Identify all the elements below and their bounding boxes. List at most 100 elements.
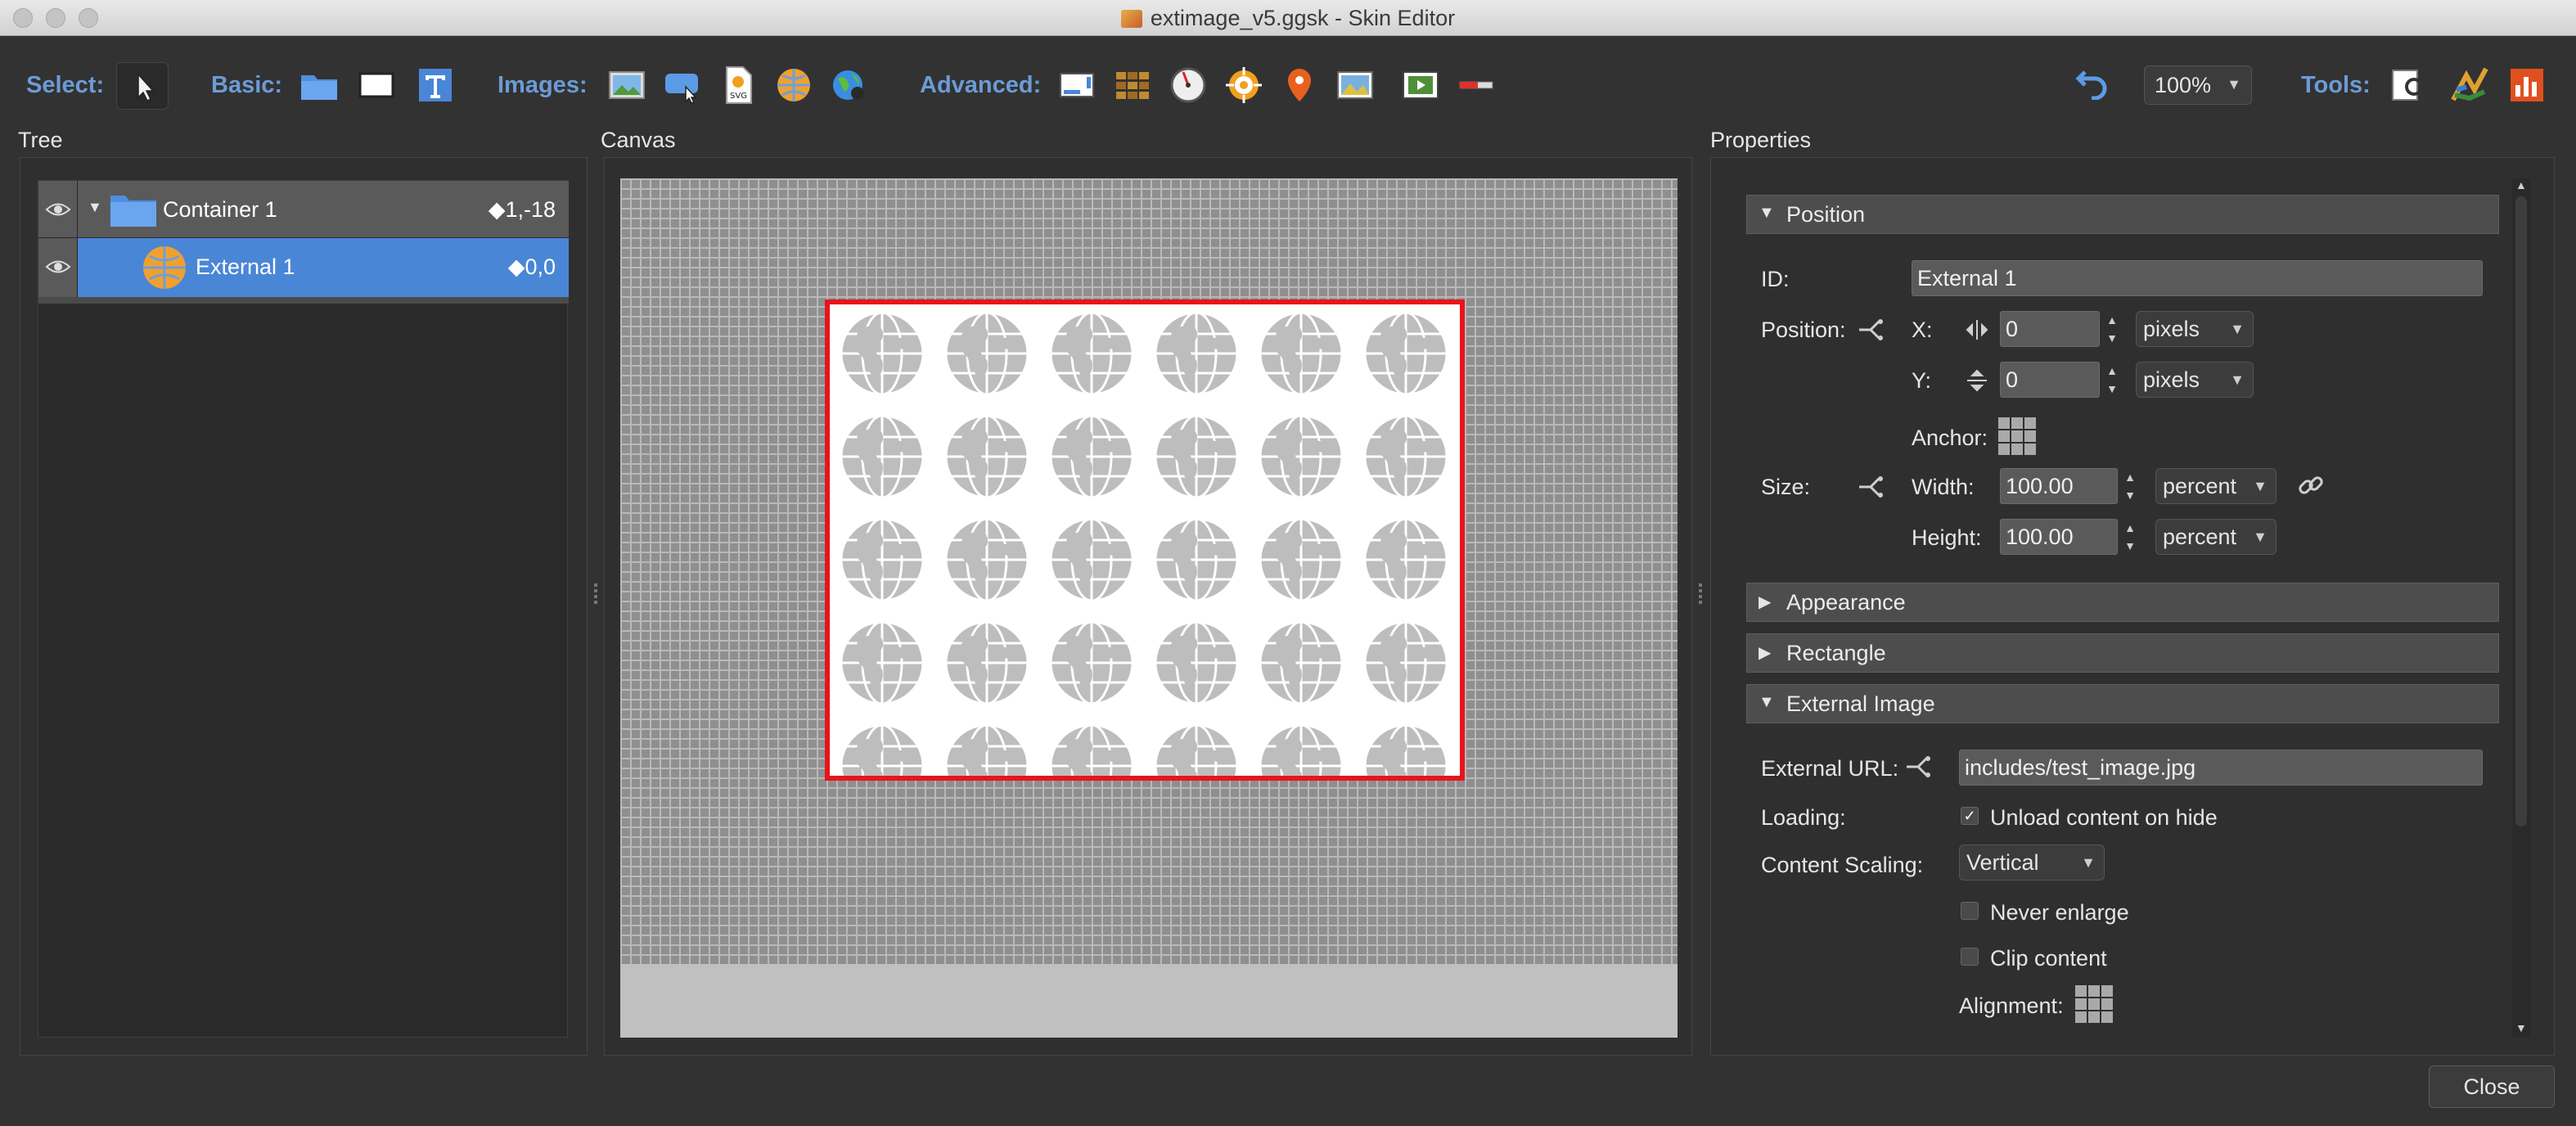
splitter-handle[interactable] [1699, 581, 1704, 610]
unload-checkbox[interactable]: ✓ [1961, 807, 1979, 825]
properties-panel-title: Properties [1710, 128, 1812, 152]
map-image-tool-button[interactable] [1335, 65, 1375, 105]
tree-row-external-1[interactable]: External 1 ◆0,0 [38, 238, 569, 304]
anchor-grid-icon[interactable] [1998, 417, 2036, 455]
external-url-field[interactable]: includes/test_image.jpg [1959, 750, 2483, 786]
svg-tool-button[interactable]: SVG [718, 65, 758, 105]
chain-link-icon[interactable] [2296, 471, 2326, 501]
button-tool-button[interactable] [663, 65, 702, 105]
text-tool-button[interactable] [416, 65, 455, 105]
cloner-tool-button[interactable] [830, 65, 869, 105]
height-field[interactable]: 100.00 [2000, 519, 2118, 555]
hotspot-tool-button[interactable] [1224, 65, 1263, 105]
globe-tile [1049, 723, 1134, 776]
height-unit-value: percent [2163, 525, 2237, 549]
globe-tile [1363, 620, 1448, 705]
progress-tool-button[interactable] [1457, 65, 1496, 105]
advanced-label: Advanced: [920, 72, 1042, 98]
section-title: Position [1786, 202, 1866, 227]
tree-row-container-1[interactable]: ▼ Container 1 ◆1,-18 [38, 181, 569, 238]
section-position[interactable]: ▼ Position [1746, 195, 2499, 234]
svg-icon: SVG [726, 66, 752, 104]
chevron-down-icon: ▼ [2081, 854, 2096, 871]
section-rectangle[interactable]: ▶ Rectangle [1746, 633, 2499, 673]
splitter-handle[interactable] [594, 581, 599, 610]
tree-item-label: External 1 [196, 254, 295, 279]
globe-tile [944, 723, 1029, 776]
scroll-up-icon[interactable]: ▲ [2515, 178, 2527, 191]
x-stepper[interactable]: ▲ ▼ [2103, 311, 2121, 347]
map-grid-tool-button[interactable] [1113, 65, 1152, 105]
map-pin-icon [1288, 69, 1311, 101]
tree-item-label: Container 1 [163, 197, 277, 222]
close-button[interactable]: Close [2429, 1065, 2555, 1108]
section-title: Appearance [1786, 590, 1906, 615]
dial-tool-button[interactable] [1169, 65, 1208, 105]
hotspot-icon [1226, 67, 1262, 103]
skin-tool-icon [2451, 67, 2488, 101]
x-unit-select[interactable]: pixels ▼ [2136, 311, 2254, 347]
globe-tile [1154, 311, 1239, 396]
share-link-icon[interactable] [1903, 754, 1933, 779]
width-stepper[interactable]: ▲ ▼ [2121, 468, 2139, 504]
folder-icon [301, 75, 337, 100]
map-pin-tool-button[interactable] [1280, 65, 1319, 105]
visibility-toggle[interactable] [38, 181, 78, 238]
height-stepper[interactable]: ▲ ▼ [2121, 519, 2139, 555]
clip-content-checkbox[interactable] [1961, 948, 1979, 966]
section-external-image[interactable]: ▼ External Image [1746, 684, 2499, 723]
y-unit-select[interactable]: pixels ▼ [2136, 362, 2254, 398]
external-image-tool-button[interactable] [774, 65, 813, 105]
globe-tile [840, 620, 925, 705]
width-unit-select[interactable]: percent ▼ [2155, 468, 2277, 504]
share-link-icon[interactable] [1856, 318, 1885, 342]
canvas-panel-title: Canvas [601, 128, 676, 152]
external-image-element[interactable] [825, 300, 1465, 781]
expand-triangle-icon[interactable]: ▼ [88, 199, 102, 216]
alignment-grid-icon[interactable] [2075, 985, 2113, 1023]
scroll-down-icon[interactable]: ▼ [2515, 1021, 2527, 1034]
scroll-area-tool-button[interactable] [1057, 65, 1097, 105]
height-label: Height: [1912, 525, 1982, 550]
external-url-label: External URL: [1761, 756, 1899, 781]
never-enlarge-checkbox[interactable] [1961, 902, 1979, 920]
title-bar: extimage_v5.ggsk - Skin Editor [0, 0, 2576, 36]
video-tool-button[interactable] [1401, 65, 1440, 105]
select-tool-button[interactable] [116, 62, 169, 110]
zoom-select[interactable]: 100% ▼ [2144, 65, 2252, 105]
chevron-down-icon: ▼ [2230, 372, 2245, 388]
section-title: External Image [1786, 691, 1935, 716]
y-field[interactable]: 0 [2000, 362, 2100, 398]
globe-tile [1363, 311, 1448, 396]
tools-label: Tools: [2301, 72, 2371, 98]
text-icon [419, 69, 452, 101]
rectangle-tool-button[interactable] [357, 65, 396, 105]
globe-tile [1154, 723, 1239, 776]
height-unit-select[interactable]: percent ▼ [2155, 519, 2277, 555]
image-tool-button[interactable] [607, 65, 646, 105]
rectangle-icon [358, 72, 394, 98]
video-icon [1403, 71, 1439, 99]
globe-tile [1154, 517, 1239, 602]
section-appearance[interactable]: ▶ Appearance [1746, 583, 2499, 622]
globe-tile [840, 311, 925, 396]
globe-tile [1154, 620, 1239, 705]
x-field[interactable]: 0 [2000, 311, 2100, 347]
globe-tile [1259, 311, 1344, 396]
scrollbar-thumb[interactable] [2515, 196, 2527, 826]
svg-text:SVG: SVG [730, 92, 747, 101]
y-stepper[interactable]: ▲ ▼ [2103, 362, 2121, 398]
content-scaling-select[interactable]: Vertical ▼ [1959, 844, 2105, 881]
width-field[interactable]: 100.00 [2000, 468, 2118, 504]
skin-tool-button[interactable] [2450, 65, 2489, 105]
undo-button[interactable] [2074, 61, 2113, 100]
id-field[interactable]: External 1 [1912, 260, 2483, 296]
skin-editor-window: extimage_v5.ggsk - Skin Editor Select: B… [0, 0, 2576, 1126]
search-tool-button[interactable] [2389, 65, 2429, 105]
eye-icon [45, 260, 71, 273]
visibility-toggle[interactable] [38, 238, 78, 297]
chart-tool-button[interactable] [2507, 65, 2547, 105]
container-tool-button[interactable] [299, 65, 339, 105]
chevron-down-icon: ▼ [2253, 478, 2268, 494]
share-link-icon[interactable] [1856, 475, 1885, 499]
